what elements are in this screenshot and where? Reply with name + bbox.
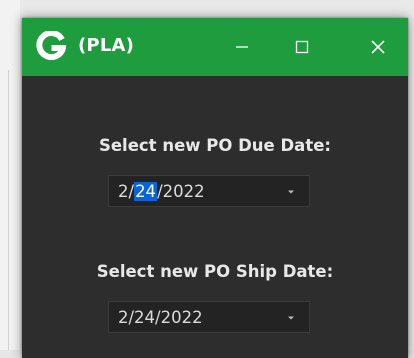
window-title: (PLA): [78, 35, 135, 56]
due-date-month[interactable]: 2: [118, 182, 129, 201]
due-date-value[interactable]: 2/24/2022: [118, 182, 205, 201]
background-divider: [8, 70, 9, 350]
app-logo-icon: [36, 31, 66, 61]
maximize-button[interactable]: [272, 18, 332, 76]
maximize-icon: [295, 40, 309, 54]
background-panel: [0, 0, 20, 350]
minimize-icon: [236, 46, 248, 48]
chevron-down-icon[interactable]: [285, 187, 297, 197]
close-button[interactable]: [348, 18, 408, 76]
ship-date-value[interactable]: 2/24/2022: [118, 308, 203, 327]
due-date-label: Select new PO Due Date:: [98, 136, 331, 155]
po-date-dialog: (PLA) Select new PO Due Date: 2/24/2022: [22, 18, 408, 358]
due-date-year[interactable]: 2022: [163, 182, 205, 201]
due-date-picker[interactable]: 2/24/2022: [108, 175, 310, 207]
close-icon: [371, 40, 385, 54]
minimize-button[interactable]: [212, 18, 272, 76]
title-bar[interactable]: (PLA): [22, 18, 408, 76]
ship-date-picker[interactable]: 2/24/2022: [108, 301, 310, 333]
due-date-day-selected[interactable]: 24: [134, 182, 158, 201]
chevron-down-icon[interactable]: [285, 313, 297, 323]
dialog-content: Select new PO Due Date: 2/24/2022 Select…: [22, 76, 408, 358]
ship-date-label: Select new PO Ship Date:: [96, 262, 334, 281]
